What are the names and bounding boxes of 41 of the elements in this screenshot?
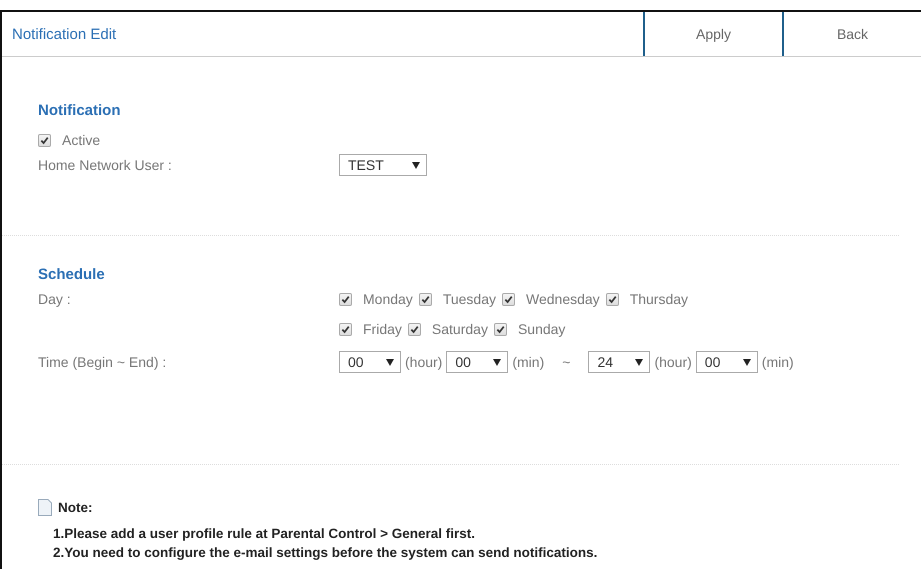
checkbox-label: Saturday: [432, 321, 488, 337]
caret-icon: [386, 358, 394, 366]
caret-icon: [742, 358, 751, 366]
page-title: Notification Edit: [11, 24, 118, 44]
note-title: Note:: [58, 500, 92, 515]
note-text: 1.Please add a user profile rule at Parental Control > General first.: [53, 526, 476, 541]
checkbox-label: Thursday: [630, 291, 688, 307]
checked-checkbox[interactable]: [339, 322, 352, 336]
checked-checkbox[interactable]: [408, 322, 421, 336]
checkbox-label: Friday: [363, 321, 402, 337]
checked-checkbox[interactable]: [502, 292, 515, 306]
checked-checkbox[interactable]: [494, 322, 507, 336]
checkbox-label: Sunday: [518, 321, 566, 337]
field-label: Home Network User :: [38, 157, 173, 173]
checkbox-label: Monday: [363, 291, 413, 307]
checked-checkbox[interactable]: [606, 292, 619, 306]
field-label: Day :: [38, 291, 72, 307]
unit-label: (min): [512, 354, 544, 370]
checked-checkbox[interactable]: [418, 292, 432, 306]
caret-icon: [493, 358, 502, 366]
dropdown[interactable]: 24: [588, 351, 650, 373]
checkbox-label: Wednesday: [526, 291, 600, 307]
unit-label: (hour): [654, 354, 692, 370]
dropdown[interactable]: 00: [446, 351, 508, 373]
note-text: 2.You need to configure the e-mail settings before the system can send notifications.: [53, 545, 598, 560]
caret-icon: [412, 162, 420, 168]
checkbox-label: Active: [62, 132, 100, 148]
section-heading: Notification: [38, 102, 122, 119]
checked-checkbox[interactable]: [38, 134, 51, 146]
range-separator: ~: [562, 354, 570, 370]
document-icon: [38, 499, 52, 516]
unit-label: (hour): [405, 354, 442, 370]
checked-checkbox[interactable]: [339, 292, 352, 306]
dropdown[interactable]: 00: [339, 351, 401, 373]
caret-icon: [635, 358, 644, 366]
dropdown[interactable]: 00: [696, 351, 758, 373]
dropdown[interactable]: TEST: [339, 154, 427, 176]
checkbox-label: Tuesday: [442, 291, 496, 307]
section-heading: Schedule: [38, 266, 106, 283]
field-label: Time (Begin ~ End) :: [38, 354, 168, 370]
unit-label: (min): [762, 354, 794, 370]
